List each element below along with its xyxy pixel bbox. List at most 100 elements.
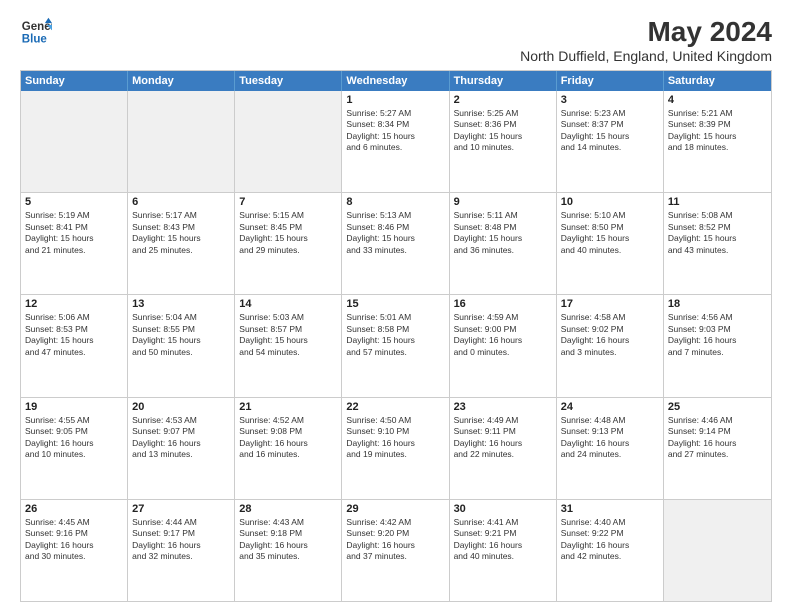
- day-cell-16: 16Sunrise: 4:59 AM Sunset: 9:00 PM Dayli…: [450, 295, 557, 396]
- day-info: Sunrise: 5:23 AM Sunset: 8:37 PM Dayligh…: [561, 108, 659, 154]
- day-cell-14: 14 Sunrise: 5:03 AM Sunset: 8:57 PM Dayli…: [235, 295, 342, 396]
- day-info: Sunrise: 5:13 AM Sunset: 8:46 PM Dayligh…: [346, 210, 444, 256]
- day-cell-25: 25Sunrise: 4:46 AM Sunset: 9:14 PM Dayli…: [664, 398, 771, 499]
- calendar-header: SundayMondayTuesdayWednesdayThursdayFrid…: [21, 71, 771, 91]
- day-header-wednesday: Wednesday: [342, 71, 449, 91]
- day-info: Sunrise: 4:46 AM Sunset: 9:14 PM Dayligh…: [668, 415, 767, 461]
- day-number: 30: [454, 503, 552, 515]
- day-cell-13: 13Sunrise: 5:04 AM Sunset: 8:55 PM Dayli…: [128, 295, 235, 396]
- day-number: 5: [25, 196, 123, 208]
- day-info: Sunrise: 4:42 AM Sunset: 9:20 PM Dayligh…: [346, 517, 444, 563]
- day-header-sunday: Sunday: [21, 71, 128, 91]
- day-number: 8: [346, 196, 444, 208]
- day-cell-28: 28 Sunrise: 4:43 AM Sunset: 9:18 PM Dayli…: [235, 500, 342, 601]
- day-number: 7: [239, 196, 337, 208]
- week-row-1: 1 Sunrise: 5:27 AM Sunset: 8:34 PM Daylig…: [21, 91, 771, 193]
- day-cell-8: 8 Sunrise: 5:13 AM Sunset: 8:46 PM Daylig…: [342, 193, 449, 294]
- day-info: Sunrise: 5:03 AM Sunset: 8:57 PM Dayligh…: [239, 312, 337, 358]
- day-info: Sunrise: 4:55 AM Sunset: 9:05 PM Dayligh…: [25, 415, 123, 461]
- day-number: 1: [346, 94, 444, 106]
- day-number: 26: [25, 503, 123, 515]
- day-header-tuesday: Tuesday: [235, 71, 342, 91]
- day-info: Sunrise: 4:40 AM Sunset: 9:22 PM Dayligh…: [561, 517, 659, 563]
- day-header-saturday: Saturday: [664, 71, 771, 91]
- day-number: 6: [132, 196, 230, 208]
- empty-cell: [21, 91, 128, 192]
- day-info: Sunrise: 4:58 AM Sunset: 9:02 PM Dayligh…: [561, 312, 659, 358]
- day-info: Sunrise: 5:15 AM Sunset: 8:45 PM Dayligh…: [239, 210, 337, 256]
- day-cell-6: 6 Sunrise: 5:17 AM Sunset: 8:43 PM Daylig…: [128, 193, 235, 294]
- empty-cell: [128, 91, 235, 192]
- day-cell-19: 19Sunrise: 4:55 AM Sunset: 9:05 PM Dayli…: [21, 398, 128, 499]
- day-number: 15: [346, 298, 444, 310]
- day-number: 4: [668, 94, 767, 106]
- day-cell-9: 9Sunrise: 5:11 AM Sunset: 8:48 PM Daylig…: [450, 193, 557, 294]
- day-info: Sunrise: 4:43 AM Sunset: 9:18 PM Dayligh…: [239, 517, 337, 563]
- day-info: Sunrise: 4:56 AM Sunset: 9:03 PM Dayligh…: [668, 312, 767, 358]
- day-number: 28: [239, 503, 337, 515]
- day-cell-22: 22 Sunrise: 4:50 AM Sunset: 9:10 PM Dayli…: [342, 398, 449, 499]
- day-number: 24: [561, 401, 659, 413]
- day-number: 29: [346, 503, 444, 515]
- header: General Blue May 2024 North Duffield, En…: [20, 16, 772, 64]
- day-info: Sunrise: 5:21 AM Sunset: 8:39 PM Dayligh…: [668, 108, 767, 154]
- day-cell-17: 17 Sunrise: 4:58 AM Sunset: 9:02 PM Dayli…: [557, 295, 664, 396]
- day-number: 13: [132, 298, 230, 310]
- day-cell-30: 30 Sunrise: 4:41 AM Sunset: 9:21 PM Dayli…: [450, 500, 557, 601]
- day-cell-29: 29 Sunrise: 4:42 AM Sunset: 9:20 PM Dayli…: [342, 500, 449, 601]
- day-header-thursday: Thursday: [450, 71, 557, 91]
- day-cell-27: 27Sunrise: 4:44 AM Sunset: 9:17 PM Dayli…: [128, 500, 235, 601]
- logo: General Blue: [20, 16, 52, 48]
- day-info: Sunrise: 5:11 AM Sunset: 8:48 PM Dayligh…: [454, 210, 552, 256]
- day-cell-7: 7 Sunrise: 5:15 AM Sunset: 8:45 PM Daylig…: [235, 193, 342, 294]
- calendar-body: 1 Sunrise: 5:27 AM Sunset: 8:34 PM Daylig…: [21, 91, 771, 601]
- day-number: 31: [561, 503, 659, 515]
- day-cell-2: 2 Sunrise: 5:25 AM Sunset: 8:36 PM Daylig…: [450, 91, 557, 192]
- day-number: 23: [454, 401, 552, 413]
- day-cell-18: 18 Sunrise: 4:56 AM Sunset: 9:03 PM Dayli…: [664, 295, 771, 396]
- day-cell-11: 11Sunrise: 5:08 AM Sunset: 8:52 PM Dayli…: [664, 193, 771, 294]
- day-info: Sunrise: 4:45 AM Sunset: 9:16 PM Dayligh…: [25, 517, 123, 563]
- day-number: 20: [132, 401, 230, 413]
- empty-cell: [235, 91, 342, 192]
- day-info: Sunrise: 5:10 AM Sunset: 8:50 PM Dayligh…: [561, 210, 659, 256]
- day-number: 18: [668, 298, 767, 310]
- calendar: SundayMondayTuesdayWednesdayThursdayFrid…: [20, 70, 772, 602]
- day-header-monday: Monday: [128, 71, 235, 91]
- day-info: Sunrise: 5:06 AM Sunset: 8:53 PM Dayligh…: [25, 312, 123, 358]
- day-number: 11: [668, 196, 767, 208]
- day-info: Sunrise: 5:19 AM Sunset: 8:41 PM Dayligh…: [25, 210, 123, 256]
- week-row-3: 12 Sunrise: 5:06 AM Sunset: 8:53 PM Dayli…: [21, 295, 771, 397]
- empty-cell: [664, 500, 771, 601]
- day-info: Sunrise: 4:50 AM Sunset: 9:10 PM Dayligh…: [346, 415, 444, 461]
- day-cell-5: 5 Sunrise: 5:19 AM Sunset: 8:41 PM Daylig…: [21, 193, 128, 294]
- day-cell-26: 26 Sunrise: 4:45 AM Sunset: 9:16 PM Dayli…: [21, 500, 128, 601]
- day-info: Sunrise: 5:17 AM Sunset: 8:43 PM Dayligh…: [132, 210, 230, 256]
- logo-icon: General Blue: [20, 16, 52, 48]
- day-info: Sunrise: 5:01 AM Sunset: 8:58 PM Dayligh…: [346, 312, 444, 358]
- day-number: 2: [454, 94, 552, 106]
- subtitle: North Duffield, England, United Kingdom: [520, 48, 772, 64]
- day-number: 16: [454, 298, 552, 310]
- title-block: May 2024 North Duffield, England, United…: [520, 16, 772, 64]
- week-row-4: 19Sunrise: 4:55 AM Sunset: 9:05 PM Dayli…: [21, 398, 771, 500]
- day-cell-3: 3Sunrise: 5:23 AM Sunset: 8:37 PM Daylig…: [557, 91, 664, 192]
- day-info: Sunrise: 5:27 AM Sunset: 8:34 PM Dayligh…: [346, 108, 444, 154]
- week-row-2: 5 Sunrise: 5:19 AM Sunset: 8:41 PM Daylig…: [21, 193, 771, 295]
- day-number: 12: [25, 298, 123, 310]
- page: General Blue May 2024 North Duffield, En…: [0, 0, 792, 612]
- day-number: 17: [561, 298, 659, 310]
- day-cell-21: 21Sunrise: 4:52 AM Sunset: 9:08 PM Dayli…: [235, 398, 342, 499]
- day-info: Sunrise: 5:25 AM Sunset: 8:36 PM Dayligh…: [454, 108, 552, 154]
- day-cell-23: 23Sunrise: 4:49 AM Sunset: 9:11 PM Dayli…: [450, 398, 557, 499]
- main-title: May 2024: [520, 16, 772, 48]
- day-info: Sunrise: 4:53 AM Sunset: 9:07 PM Dayligh…: [132, 415, 230, 461]
- day-number: 22: [346, 401, 444, 413]
- day-number: 10: [561, 196, 659, 208]
- day-cell-1: 1 Sunrise: 5:27 AM Sunset: 8:34 PM Daylig…: [342, 91, 449, 192]
- day-number: 21: [239, 401, 337, 413]
- day-info: Sunrise: 4:41 AM Sunset: 9:21 PM Dayligh…: [454, 517, 552, 563]
- day-cell-15: 15 Sunrise: 5:01 AM Sunset: 8:58 PM Dayli…: [342, 295, 449, 396]
- day-cell-12: 12 Sunrise: 5:06 AM Sunset: 8:53 PM Dayli…: [21, 295, 128, 396]
- day-number: 14: [239, 298, 337, 310]
